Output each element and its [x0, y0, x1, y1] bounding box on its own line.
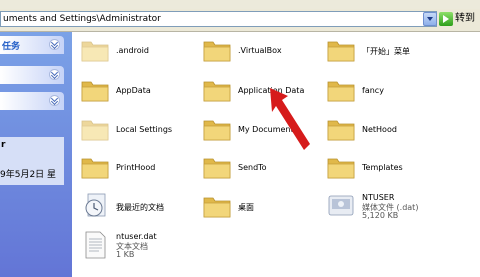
file-tasks-panel-header[interactable]: 任务 — [0, 36, 64, 54]
folder-icon — [80, 36, 110, 64]
item-label: Local Settings — [116, 125, 173, 134]
folder-icon — [80, 153, 110, 181]
details-panel: r 9年5月2日 星 — [0, 137, 64, 185]
item-size: 5,120 KB — [362, 211, 399, 220]
details-name: r — [1, 140, 6, 150]
task-pane: 任务 r 9年5月2日 星 — [0, 32, 72, 277]
panel-title: 任务 — [2, 42, 21, 52]
address-dropdown-icon[interactable] — [423, 12, 437, 26]
address-input[interactable]: uments and Settings\Administrator — [0, 11, 437, 27]
details-panel-header[interactable] — [0, 92, 64, 110]
item-label: 桌面 — [238, 203, 254, 212]
item-label: .VirtualBox — [238, 46, 282, 55]
go-arrow-icon — [439, 12, 453, 26]
folder-icon — [80, 115, 110, 143]
item-label: SendTo — [238, 163, 267, 172]
item-label: .android — [116, 46, 149, 55]
folder-icon — [80, 76, 110, 104]
go-label: 转到 — [455, 13, 475, 24]
folder-icon — [326, 153, 356, 181]
folder-icon — [202, 192, 232, 220]
address-bar: uments and Settings\Administrator 转到 — [0, 9, 480, 32]
folder-icon — [326, 76, 356, 104]
red-pointer-arrow-icon — [270, 88, 310, 150]
item-label: ntuser.dat — [116, 232, 157, 241]
item-label: fancy — [362, 86, 384, 95]
item-size: 1 KB — [116, 250, 135, 259]
media-file-icon — [326, 192, 356, 220]
go-button[interactable]: 转到 — [439, 11, 479, 28]
collapse-icon[interactable] — [49, 69, 60, 80]
item-label: AppData — [116, 86, 151, 95]
folder-icon — [202, 76, 232, 104]
item-label: 我最近的文档 — [116, 203, 164, 212]
collapse-icon[interactable] — [49, 95, 60, 106]
item-label: PrintHood — [116, 163, 156, 172]
item-label: NTUSER — [362, 193, 395, 202]
file-list: .android .VirtualBox 「开始」菜单 AppData Applicat… — [72, 32, 480, 277]
folder-icon — [326, 36, 356, 64]
folder-icon — [202, 36, 232, 64]
folder-icon — [202, 115, 232, 143]
details-date: 9年5月2日 星 — [0, 170, 57, 180]
recent-documents-icon — [80, 192, 110, 220]
other-places-panel-header[interactable] — [0, 66, 64, 84]
text-file-icon — [80, 231, 110, 259]
collapse-icon[interactable] — [49, 39, 60, 50]
item-label: Templates — [362, 163, 403, 172]
folder-icon — [202, 153, 232, 181]
folder-icon — [326, 115, 356, 143]
item-label: NetHood — [362, 125, 397, 134]
item-label: 「开始」菜单 — [362, 47, 410, 56]
